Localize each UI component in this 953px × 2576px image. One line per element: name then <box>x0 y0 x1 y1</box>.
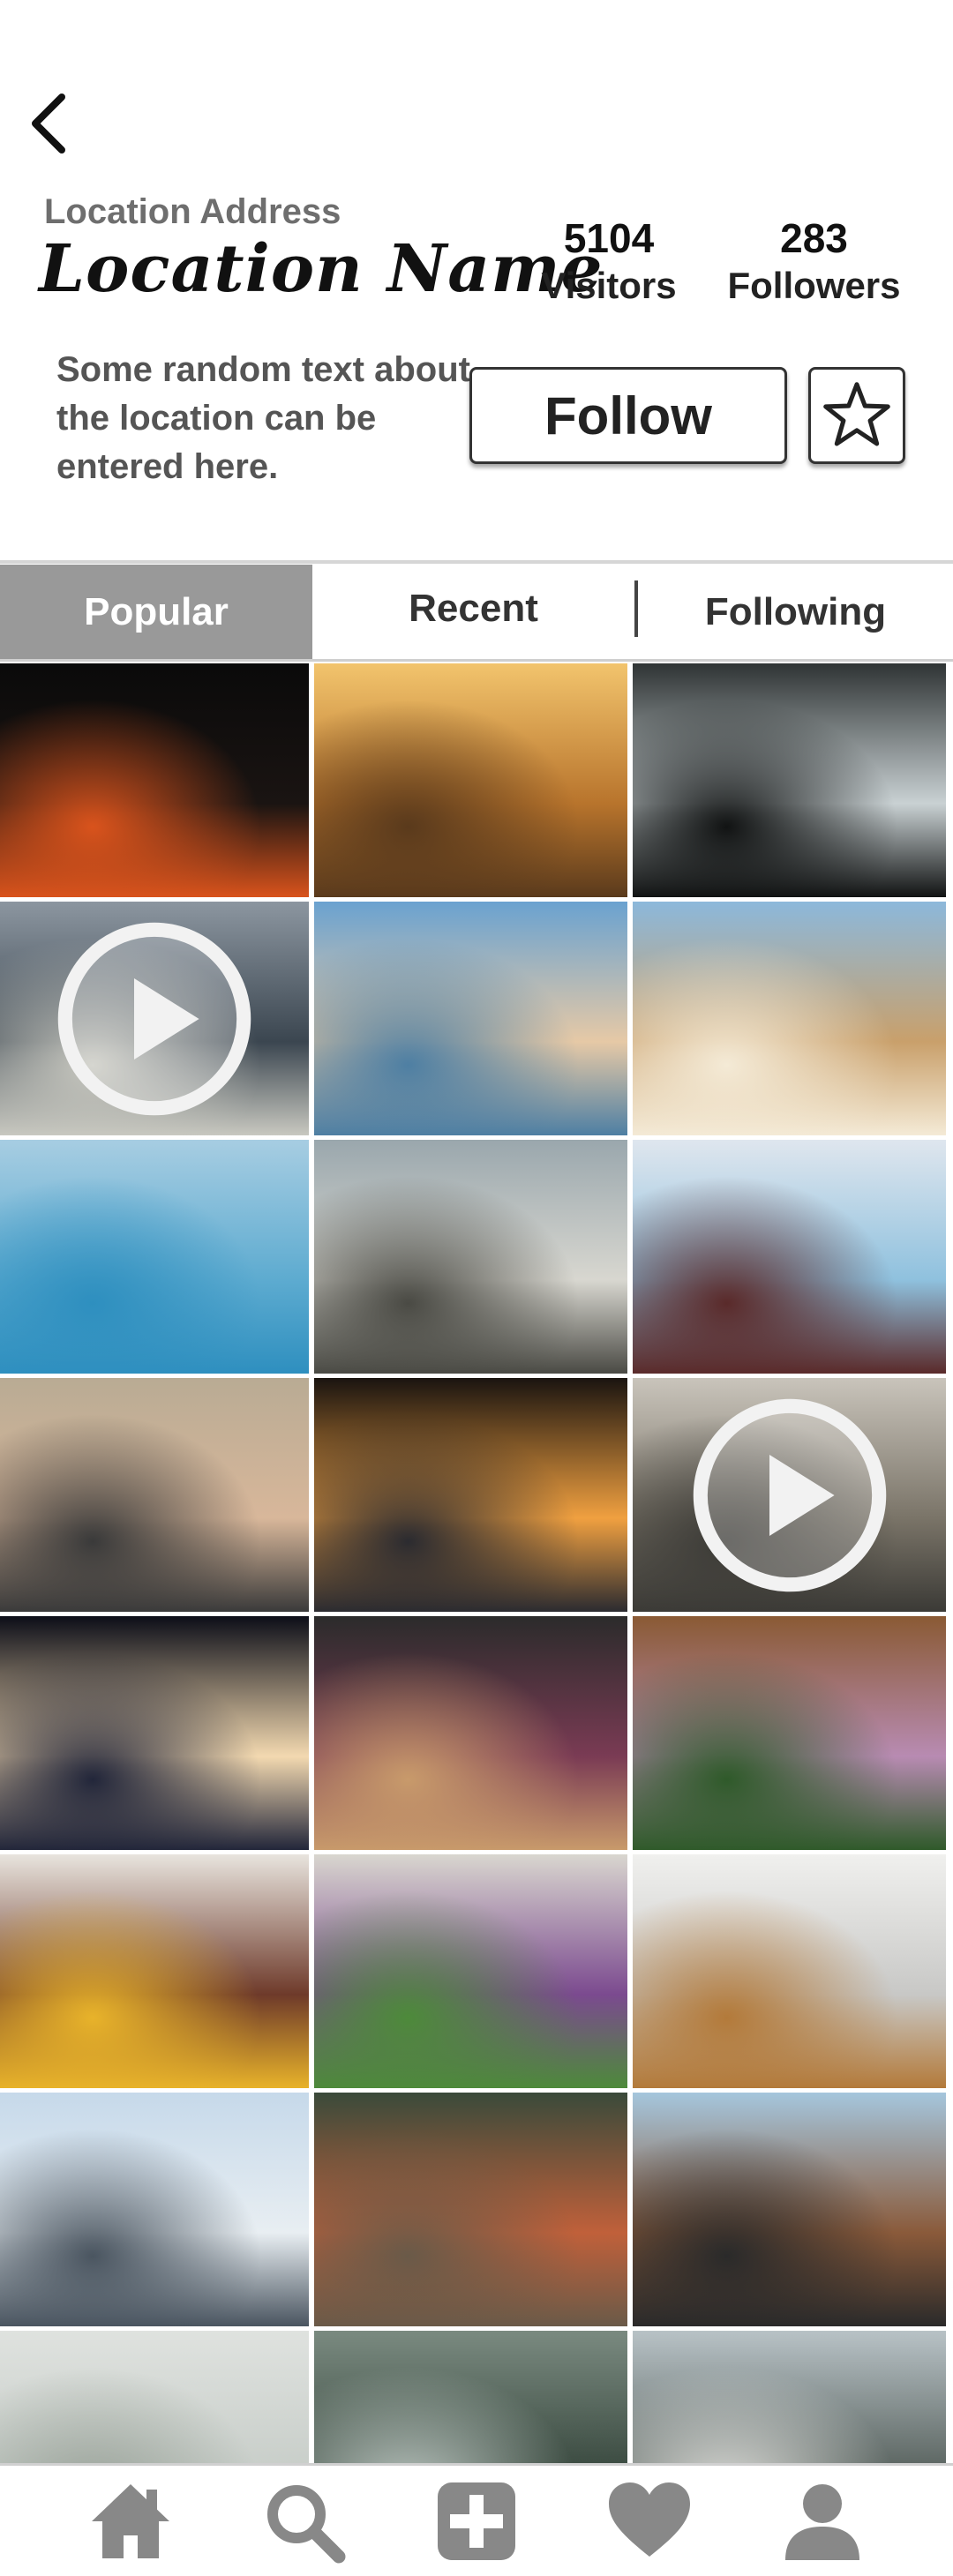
search-icon <box>267 2484 346 2563</box>
photo-thumbnail[interactable] <box>314 902 627 1135</box>
photo-thumbnail[interactable] <box>633 2331 946 2463</box>
photo-thumbnail[interactable] <box>314 2331 627 2463</box>
tab-following[interactable]: Following <box>638 565 953 659</box>
star-icon <box>823 382 890 446</box>
back-button[interactable] <box>21 88 74 159</box>
follow-button[interactable]: Follow <box>469 367 787 464</box>
visitors-label: Visitors <box>541 265 677 306</box>
play-video-icon[interactable] <box>688 1394 891 1597</box>
followers-label: Followers <box>727 265 901 306</box>
nav-search[interactable] <box>255 2473 352 2570</box>
photo-thumbnail[interactable] <box>0 2331 309 2463</box>
bottom-nav <box>0 2463 953 2576</box>
photo-thumbnail[interactable] <box>0 1854 309 2088</box>
photo-thumbnail[interactable] <box>633 1378 946 1612</box>
play-video-icon[interactable] <box>53 917 256 1120</box>
add-icon <box>438 2482 515 2560</box>
tab-recent[interactable]: Recent <box>312 580 638 637</box>
heart-icon <box>609 2482 690 2557</box>
visitors-stat: 5104 Visitors <box>529 213 688 309</box>
photo-thumbnail[interactable] <box>633 1616 946 1850</box>
header-divider <box>0 560 953 564</box>
photo-grid <box>0 663 953 2463</box>
photo-thumbnail[interactable] <box>314 1616 627 1850</box>
photo-thumbnail[interactable] <box>633 1140 946 1374</box>
photo-thumbnail[interactable] <box>0 902 309 1135</box>
location-address: Location Address <box>44 192 341 231</box>
followers-stat[interactable]: 283 Followers <box>715 213 913 309</box>
photo-thumbnail[interactable] <box>633 2093 946 2326</box>
photo-thumbnail[interactable] <box>0 1140 309 1374</box>
favorite-button[interactable] <box>808 367 905 464</box>
profile-icon <box>785 2483 859 2560</box>
nav-activity[interactable] <box>601 2473 698 2570</box>
location-name: Location Name <box>39 231 604 307</box>
photo-thumbnail[interactable] <box>314 1140 627 1374</box>
photo-thumbnail[interactable] <box>0 663 309 897</box>
photo-thumbnail[interactable] <box>0 1378 309 1612</box>
photo-thumbnail[interactable] <box>633 902 946 1135</box>
home-icon <box>92 2483 169 2558</box>
photo-thumbnail[interactable] <box>314 1854 627 2088</box>
chevron-left-icon <box>32 94 65 154</box>
feed-tabs: Popular Recent Following <box>0 565 953 662</box>
photo-thumbnail[interactable] <box>0 2093 309 2326</box>
photo-thumbnail[interactable] <box>314 1378 627 1612</box>
followers-count: 283 <box>780 215 848 261</box>
nav-add[interactable] <box>428 2473 525 2570</box>
photo-thumbnail[interactable] <box>633 1854 946 2088</box>
nav-profile[interactable] <box>774 2473 871 2570</box>
location-description: Some random text about the location can … <box>56 350 470 486</box>
photo-thumbnail[interactable] <box>0 1616 309 1850</box>
nav-home[interactable] <box>82 2473 179 2570</box>
photo-thumbnail[interactable] <box>633 663 946 897</box>
tab-popular[interactable]: Popular <box>0 565 312 659</box>
visitors-count: 5104 <box>563 215 655 261</box>
photo-thumbnail[interactable] <box>314 2093 627 2326</box>
photo-thumbnail[interactable] <box>314 663 627 897</box>
